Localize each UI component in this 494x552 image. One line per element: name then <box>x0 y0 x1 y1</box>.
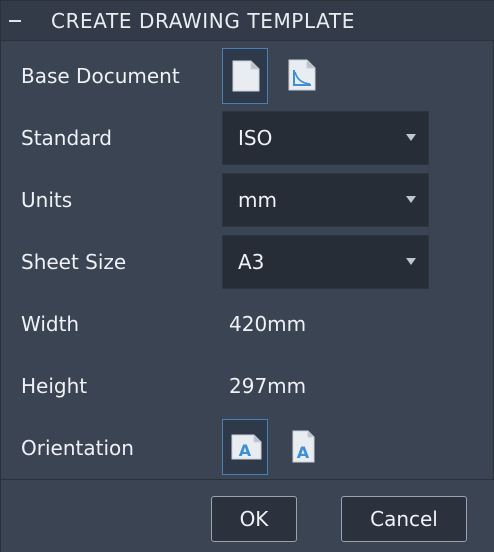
blank-document-button[interactable] <box>222 48 268 104</box>
standard-select[interactable]: ISO <box>222 111 429 165</box>
chevron-down-icon <box>406 134 416 141</box>
orientation-label: Orientation <box>21 436 134 460</box>
units-label: Units <box>21 188 73 212</box>
landscape-page-icon: A <box>231 434 262 460</box>
units-value: mm <box>238 188 277 212</box>
width-label: Width <box>21 312 80 336</box>
landscape-orientation-button[interactable]: A <box>222 419 268 475</box>
height-label: Height <box>21 374 88 398</box>
document-with-drawing-icon <box>288 59 316 91</box>
collapse-icon[interactable] <box>7 13 23 29</box>
height-value: 297mm <box>229 374 307 398</box>
svg-text:A: A <box>297 443 310 462</box>
chevron-down-icon <box>406 196 416 203</box>
width-value: 420mm <box>229 312 307 336</box>
portrait-orientation-button[interactable]: A <box>281 419 327 475</box>
sheet-size-label: Sheet Size <box>21 250 127 274</box>
base-document-label: Base Document <box>21 64 180 88</box>
chevron-down-icon <box>406 258 416 265</box>
document-from-design-button[interactable] <box>279 48 325 104</box>
blank-document-icon <box>232 60 260 92</box>
sheet-size-select[interactable]: A3 <box>222 235 429 289</box>
dialog-footer: OK Cancel <box>1 479 494 552</box>
ok-button[interactable]: OK <box>211 496 297 542</box>
title-bar: CREATE DRAWING TEMPLATE <box>1 1 494 41</box>
units-select[interactable]: mm <box>222 173 429 227</box>
create-drawing-template-dialog: CREATE DRAWING TEMPLATE Base Document St… <box>0 0 494 552</box>
svg-text:A: A <box>239 441 252 460</box>
standard-value: ISO <box>238 126 273 150</box>
sheet-size-value: A3 <box>238 250 265 274</box>
cancel-button[interactable]: Cancel <box>341 496 467 542</box>
dialog-title: CREATE DRAWING TEMPLATE <box>51 9 355 33</box>
portrait-page-icon: A <box>292 430 315 463</box>
standard-label: Standard <box>21 126 112 150</box>
